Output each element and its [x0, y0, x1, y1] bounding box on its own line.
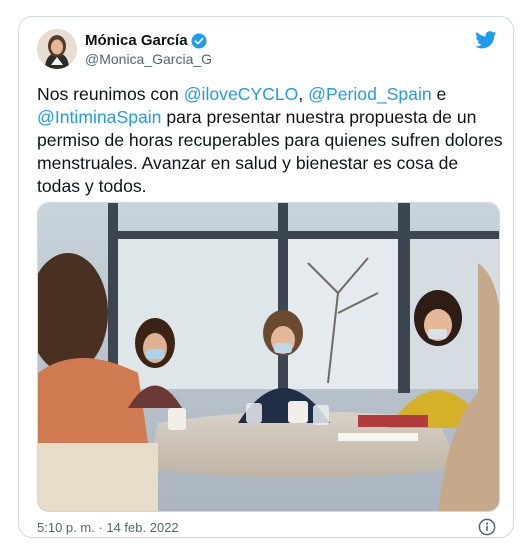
author-name-row: Mónica García [85, 32, 207, 49]
tweet-text-part: Nos reunimos con [37, 84, 184, 104]
tweet-photo[interactable] [37, 202, 500, 512]
user-handle[interactable]: @Monica_Garcia_G [85, 51, 212, 67]
tweet-card: Mónica García @Monica_Garcia_G Nos reuni… [18, 16, 514, 538]
tweet-timestamp[interactable]: 5:10 p. m. · 14 feb. 2022 [37, 520, 179, 535]
twitter-bird-icon[interactable] [475, 31, 497, 49]
verified-badge-icon [191, 33, 207, 49]
tweet-text: Nos reunimos con @iloveCYCLO, @Period_Sp… [37, 83, 503, 198]
tweet-text-part: e [431, 84, 447, 104]
tweet-text-part: , [298, 84, 309, 104]
info-icon[interactable] [478, 518, 496, 536]
mention-period-spain[interactable]: @Period_Spain [308, 84, 432, 104]
avatar[interactable] [37, 29, 77, 69]
display-name[interactable]: Mónica García [85, 32, 188, 49]
mention-intiminaspain[interactable]: @IntiminaSpain [37, 107, 161, 127]
mention-ilovecyclo[interactable]: @iloveCYCLO [184, 84, 299, 104]
